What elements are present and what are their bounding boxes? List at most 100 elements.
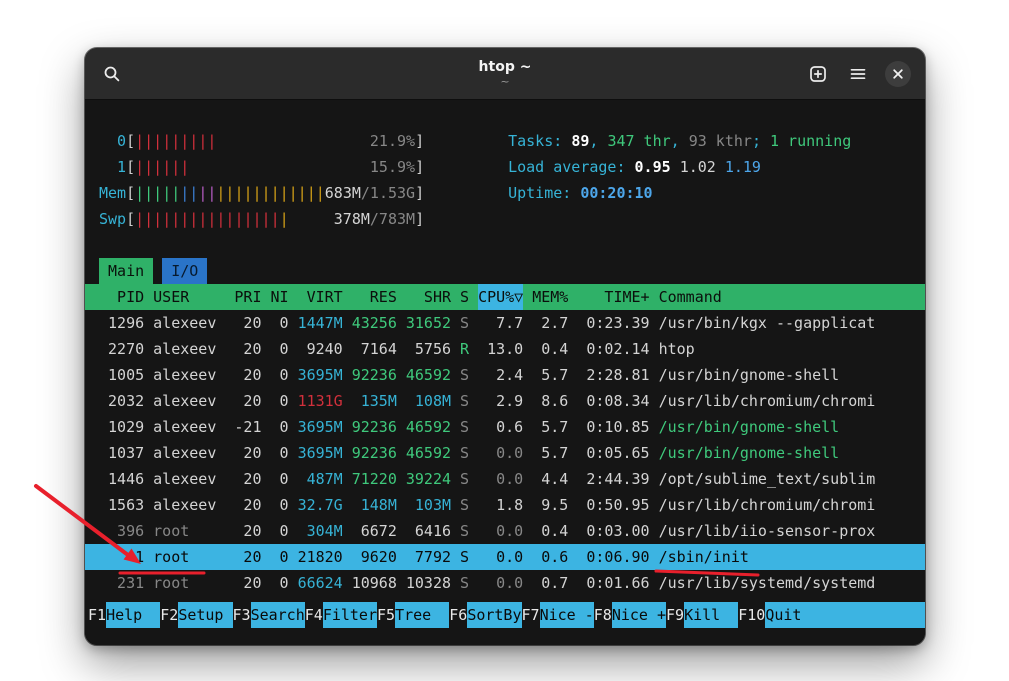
cell-res: 92236 — [352, 440, 397, 466]
fn-button-quit[interactable]: F10Quit — [738, 602, 925, 628]
search-button[interactable] — [95, 57, 129, 91]
meter-track: ||||||15.9% — [135, 154, 415, 180]
text-segment: ; — [752, 132, 770, 150]
cell-pri: 20 — [234, 466, 261, 492]
table-row[interactable]: 231root200666241096810328S0.00.70:01.66/… — [85, 570, 925, 596]
fn-button-tree[interactable]: F5Tree — [377, 602, 449, 628]
fn-key-label: F5 — [377, 602, 395, 628]
cell-user: alexeev — [153, 492, 225, 518]
cell-shr: 6416 — [406, 518, 451, 544]
table-row[interactable]: 1296alexeev2001447M4325631652S7.72.70:23… — [85, 310, 925, 336]
table-row-selected[interactable]: 1root2002182096207792S0.00.60:06.90/sbin… — [85, 544, 925, 570]
meter-bracket: ] — [415, 180, 424, 206]
cell-cpu: 0.0 — [478, 518, 523, 544]
table-row[interactable]: 2032alexeev2001131G135M108MS2.98.60:08.3… — [85, 388, 925, 414]
meter-swp: Swp[|||||||||||||||||378M/783M] — [99, 206, 424, 232]
column-header-pri[interactable]: PRI — [234, 284, 261, 310]
column-header-command[interactable]: Command — [659, 284, 911, 310]
cell-s: S — [460, 310, 469, 336]
cell-user: alexeev — [153, 414, 225, 440]
fn-button-nice-+[interactable]: F8Nice + — [594, 602, 666, 628]
table-row[interactable]: 1029alexeev-2103695M9223646592S0.65.70:1… — [85, 414, 925, 440]
cell-s: S — [460, 414, 469, 440]
cell-s: S — [460, 492, 469, 518]
column-header-mem[interactable]: MEM% — [532, 284, 568, 310]
fn-button-filter[interactable]: F4Filter — [305, 602, 377, 628]
cell-virt: 21820 — [298, 544, 343, 570]
column-header-cpu[interactable]: CPU%▽ — [478, 284, 523, 310]
column-header-res[interactable]: RES — [352, 284, 397, 310]
cell-user: root — [153, 544, 225, 570]
cell-virt: 9240 — [298, 336, 343, 362]
cell-virt: 3695M — [298, 414, 343, 440]
column-header-shr[interactable]: SHR — [406, 284, 451, 310]
close-button-circle — [885, 61, 911, 87]
fn-key-label: F2 — [160, 602, 178, 628]
fn-button-nice--[interactable]: F7Nice - — [522, 602, 594, 628]
cell-command: /usr/bin/gnome-shell — [659, 440, 911, 466]
cell-s: S — [460, 570, 469, 596]
fn-button-kill[interactable]: F9Kill — [666, 602, 738, 628]
fn-action-label: Nice - — [540, 602, 594, 628]
table-row[interactable]: 2270alexeev200924071645756R13.00.40:02.1… — [85, 336, 925, 362]
text-segment: , — [671, 132, 689, 150]
column-header-pid[interactable]: PID — [99, 284, 144, 310]
close-button[interactable] — [881, 57, 915, 91]
table-row[interactable]: 1563alexeev20032.7G148M103MS1.89.50:50.9… — [85, 492, 925, 518]
cell-pri: 20 — [234, 440, 261, 466]
column-header-virt[interactable]: VIRT — [298, 284, 343, 310]
fn-button-setup[interactable]: F2Setup — [160, 602, 232, 628]
cell-virt: 304M — [298, 518, 343, 544]
cell-time: 0:06.90 — [577, 544, 649, 570]
table-row[interactable]: 1446alexeev200487M7122039224S0.04.42:44.… — [85, 466, 925, 492]
fn-button-help[interactable]: F1Help — [88, 602, 160, 628]
new-tab-button[interactable] — [801, 57, 835, 91]
cell-virt: 1447M — [298, 310, 343, 336]
meter-value-segment: /783M — [370, 210, 415, 228]
cell-ni: 0 — [271, 518, 289, 544]
tab-main[interactable]: Main — [99, 258, 153, 284]
hamburger-menu-icon — [849, 65, 867, 83]
cell-cpu: 13.0 — [478, 336, 523, 362]
column-header-time[interactable]: TIME+ — [577, 284, 649, 310]
cell-command: /usr/bin/gnome-shell — [659, 362, 911, 388]
cell-pid: 1037 — [99, 440, 144, 466]
meter-value: 683M/1.53G — [325, 180, 415, 206]
cell-virt: 1131G — [298, 388, 343, 414]
text-segment: 93 kthr — [689, 132, 752, 150]
cell-user: alexeev — [153, 466, 225, 492]
meter-label: Swp — [99, 206, 126, 232]
tab-io[interactable]: I/O — [162, 258, 207, 284]
header-meters-section: 0[|||||||||21.9%]1[||||||15.9%]Mem[|||||… — [85, 128, 925, 232]
window-title: htop ~ — [479, 59, 532, 76]
cell-time: 0:10.85 — [577, 414, 649, 440]
meter-track: |||||||||||||||||||||683M/1.53G — [135, 180, 415, 206]
fn-key-label: F10 — [738, 602, 765, 628]
fn-action-label: Nice + — [612, 602, 666, 628]
meter-bar-segment: || — [198, 184, 216, 202]
meter-value: 21.9% — [370, 128, 415, 154]
column-header-s[interactable]: S — [460, 284, 469, 310]
cell-pid: 1 — [99, 544, 144, 570]
menu-button[interactable] — [841, 57, 875, 91]
fn-button-search[interactable]: F3Search — [233, 602, 305, 628]
table-row[interactable]: 1005alexeev2003695M9223646592S2.45.72:28… — [85, 362, 925, 388]
cell-time: 0:50.95 — [577, 492, 649, 518]
cell-command: /usr/lib/chromium/chromi — [659, 492, 911, 518]
column-header-user[interactable]: USER — [153, 284, 225, 310]
cell-cpu: 0.0 — [478, 544, 523, 570]
text-segment: 1.19 — [725, 158, 761, 176]
column-header-ni[interactable]: NI — [271, 284, 289, 310]
table-row[interactable]: 1037alexeev2003695M9223646592S0.05.70:05… — [85, 440, 925, 466]
function-key-bar: F1Help F2Setup F3SearchF4FilterF5Tree F6… — [85, 602, 925, 628]
fn-button-sortby[interactable]: F6SortBy — [449, 602, 521, 628]
cell-ni: 0 — [271, 310, 289, 336]
table-row[interactable]: 396root200304M66726416S0.00.40:03.00/usr… — [85, 518, 925, 544]
cell-command: /usr/lib/chromium/chromi — [659, 388, 911, 414]
process-table: 1296alexeev2001447M4325631652S7.72.70:23… — [85, 310, 925, 596]
cell-user: root — [153, 570, 225, 596]
cell-mem: 8.6 — [532, 388, 568, 414]
cell-ni: 0 — [271, 440, 289, 466]
cell-shr: 10328 — [406, 570, 451, 596]
text-segment: 1 running — [770, 132, 851, 150]
